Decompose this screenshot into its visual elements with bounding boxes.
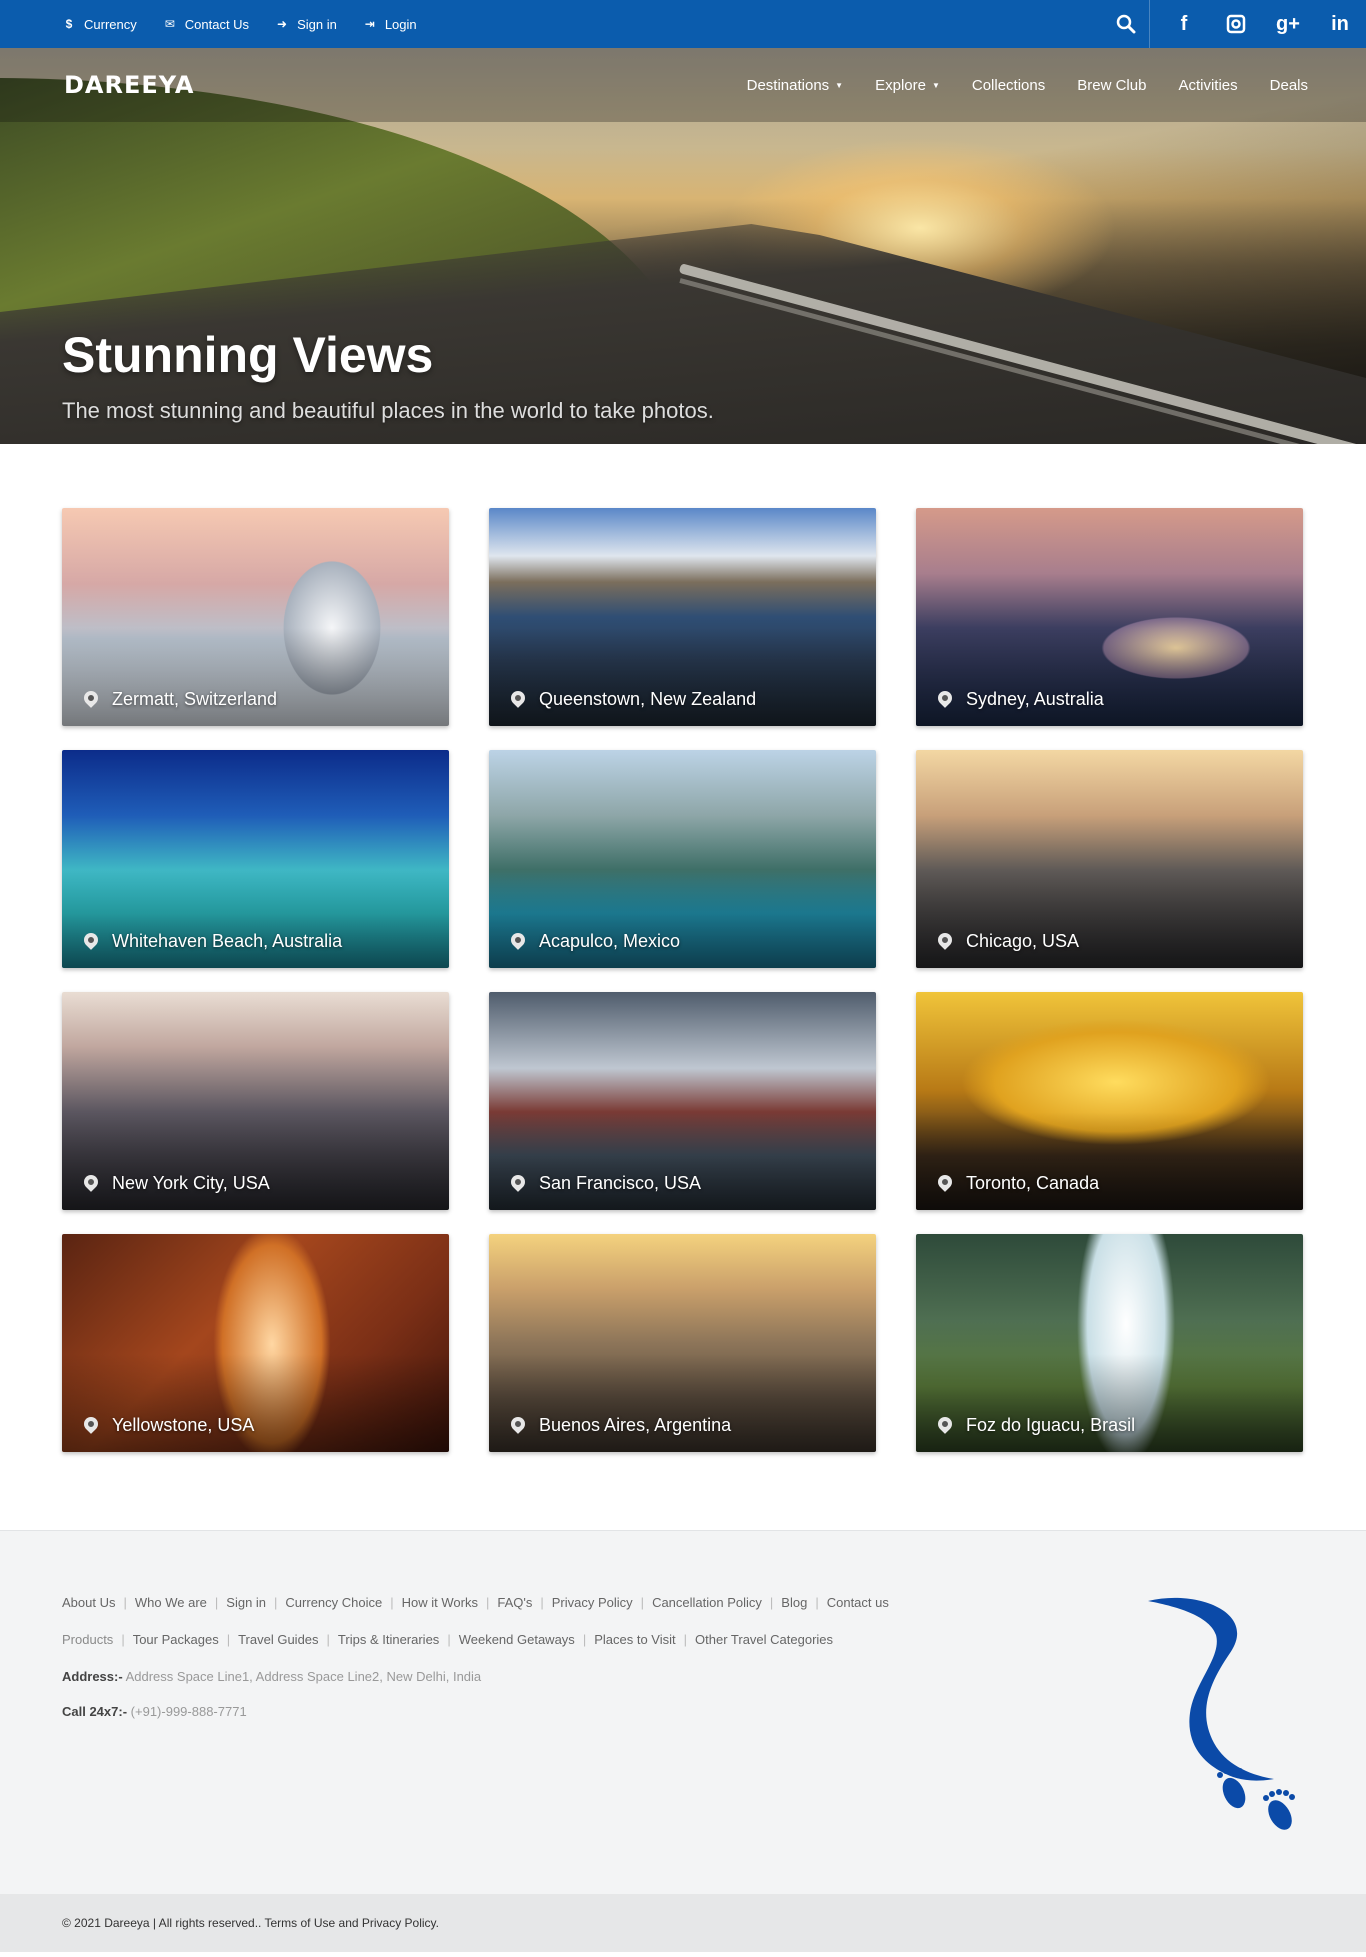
sign-in-icon: ➜	[277, 17, 288, 31]
caret-down-icon: ▼	[835, 80, 844, 90]
footer-link[interactable]: Tour Packages	[133, 1632, 219, 1647]
nav-item-collections[interactable]: Collections	[972, 77, 1045, 94]
copyright: © 2021 Dareeya | All rights reserved.. T…	[0, 1894, 1366, 1952]
map-pin-icon	[508, 929, 528, 950]
top-bar: $ Currency ✉ Contact Us ➜ Sign in ⇥ Login f …	[0, 0, 1366, 48]
currency-link[interactable]: $ Currency	[62, 17, 137, 32]
destination-card[interactable]: Chicago, USA	[916, 750, 1303, 968]
footer-link[interactable]: Cancellation Policy	[652, 1595, 762, 1610]
facebook-icon[interactable]: f	[1158, 0, 1210, 48]
map-pin-icon	[935, 1413, 955, 1434]
address: Address:- Address Space Line1, Address S…	[62, 1669, 482, 1684]
footer-link[interactable]: Weekend Getaways	[459, 1632, 575, 1647]
footer-link[interactable]: Other Travel Categories	[695, 1632, 833, 1647]
phone: Call 24x7:- (+91)-999-888-7771	[62, 1704, 247, 1719]
destination-card[interactable]: Whitehaven Beach, Australia	[62, 750, 449, 968]
login-link[interactable]: ⇥ Login	[363, 17, 417, 32]
map-pin-icon	[81, 687, 101, 708]
logo[interactable]: DAREEYA	[64, 71, 194, 99]
map-pin-icon	[935, 1171, 955, 1192]
nav-item-activities[interactable]: Activities	[1178, 77, 1237, 94]
footer-link[interactable]: Contact us	[827, 1595, 889, 1610]
destination-card[interactable]: San Francisco, USA	[489, 992, 876, 1210]
map-pin-icon	[508, 687, 528, 708]
contact-us-link[interactable]: ✉ Contact Us	[163, 17, 249, 32]
footer-link[interactable]: Trips & Itineraries	[338, 1632, 439, 1647]
footer-link[interactable]: Places to Visit	[594, 1632, 675, 1647]
hero-banner: DAREEYA Destinations ▼ Explore ▼ Collectio…	[0, 48, 1366, 444]
top-links: $ Currency ✉ Contact Us ➜ Sign in ⇥ Login	[62, 17, 417, 32]
footer-link[interactable]: FAQ's	[497, 1595, 532, 1610]
destination-card[interactable]: Toronto, Canada	[916, 992, 1303, 1210]
destination-card[interactable]: Sydney, Australia	[916, 508, 1303, 726]
nav-item-destinations[interactable]: Destinations ▼	[747, 77, 843, 94]
map-pin-icon	[81, 1413, 101, 1434]
instagram-icon[interactable]	[1210, 0, 1262, 48]
map-pin-icon	[935, 687, 955, 708]
page-subtitle: The most stunning and beautiful places i…	[62, 398, 714, 423]
map-pin-icon	[81, 929, 101, 950]
destination-card[interactable]: Yellowstone, USA	[62, 1234, 449, 1452]
destination-card[interactable]: Queenstown, New Zealand	[489, 508, 876, 726]
footer-links-row1: About Us | Who We are | Sign in | Currency …	[62, 1595, 889, 1610]
linkedin-icon[interactable]: in	[1314, 0, 1366, 48]
footer-logo	[1148, 1597, 1295, 1830]
dollar-icon: $	[65, 17, 73, 31]
destination-card[interactable]: New York City, USA	[62, 992, 449, 1210]
footer-links-row2: Products | Tour Packages | Travel Guides | …	[62, 1632, 834, 1647]
page-title: Stunning Views	[62, 327, 434, 383]
google-plus-icon[interactable]: g+	[1262, 0, 1314, 48]
nav-item-brew-club[interactable]: Brew Club	[1077, 77, 1146, 94]
sign-in-link[interactable]: ➜ Sign in	[275, 17, 337, 32]
destination-card[interactable]: Buenos Aires, Argentina	[489, 1234, 876, 1452]
map-pin-icon	[508, 1171, 528, 1192]
social-links: f g+ in	[1102, 0, 1366, 48]
footer-link[interactable]: About Us	[62, 1595, 115, 1610]
destination-grid: Zermatt, Switzerland Queenstown, New Zea…	[0, 444, 1366, 1530]
destination-card[interactable]: Zermatt, Switzerland	[62, 508, 449, 726]
footer-link[interactable]: Blog	[781, 1595, 807, 1610]
map-pin-icon	[81, 1171, 101, 1192]
map-pin-icon	[935, 929, 955, 950]
destination-card[interactable]: Foz do Iguacu, Brasil	[916, 1234, 1303, 1452]
footer-link[interactable]: Travel Guides	[238, 1632, 318, 1647]
footer-link[interactable]: Sign in	[226, 1595, 266, 1610]
footer-link[interactable]: Privacy Policy	[552, 1595, 633, 1610]
login-icon: ⇥	[364, 17, 375, 31]
main-nav: DAREEYA Destinations ▼ Explore ▼ Collectio…	[0, 48, 1366, 122]
search-button[interactable]	[1102, 0, 1150, 48]
footer: About Us | Who We are | Sign in | Currency …	[0, 1530, 1366, 1894]
destination-card[interactable]: Acapulco, Mexico	[489, 750, 876, 968]
caret-down-icon: ▼	[931, 80, 940, 90]
footer-link[interactable]: Products	[62, 1632, 113, 1647]
footer-link[interactable]: How it Works	[402, 1595, 478, 1610]
search-icon	[1116, 14, 1135, 34]
footer-link[interactable]: Currency Choice	[285, 1595, 382, 1610]
nav-menu: Destinations ▼ Explore ▼ Collections Brew …	[747, 77, 1308, 94]
nav-item-deals[interactable]: Deals	[1270, 77, 1308, 94]
footer-link[interactable]: Who We are	[135, 1595, 207, 1610]
nav-item-explore[interactable]: Explore ▼	[875, 77, 940, 94]
envelope-icon: ✉	[164, 17, 175, 31]
map-pin-icon	[508, 1413, 528, 1434]
